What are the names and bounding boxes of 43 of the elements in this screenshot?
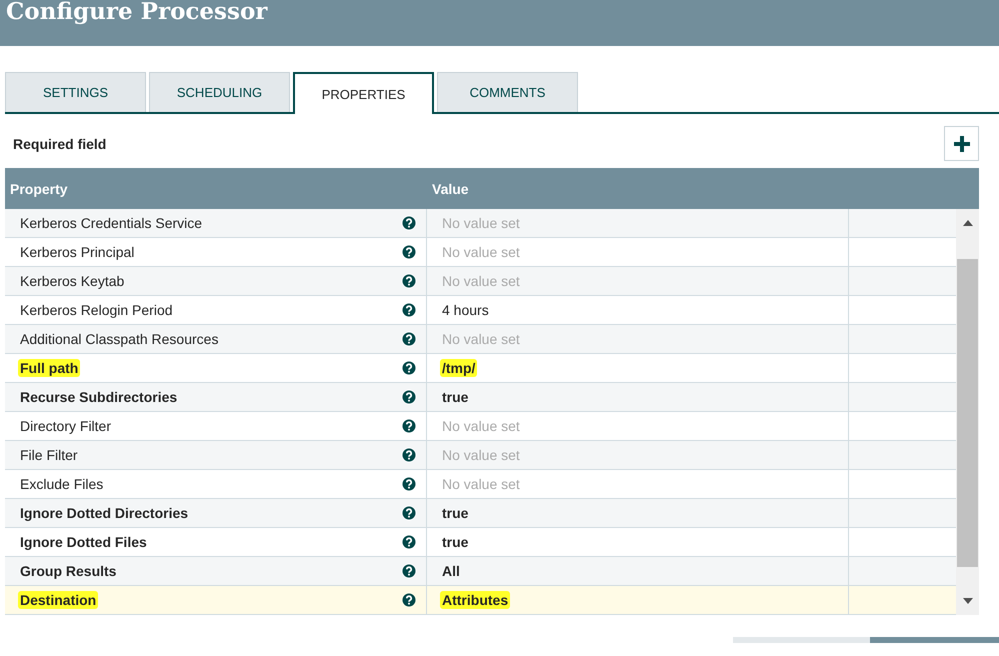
column-header: Value: [431, 180, 470, 196]
window-title: Configure Processor: [5, 0, 269, 24]
property-name: File Filter: [19, 446, 79, 464]
property-row[interactable]: Group Results All: [5, 557, 956, 586]
property-row[interactable]: Kerberos Credentials Service No value set: [5, 209, 956, 238]
property-row[interactable]: File Filter No value set: [5, 441, 956, 470]
property-name: Kerberos Credentials Service: [19, 214, 204, 232]
property-row[interactable]: Full path /tmp/: [5, 354, 956, 383]
property-name: Group Results: [19, 562, 118, 580]
property-value[interactable]: /tmp/: [440, 359, 478, 377]
property-name: Recurse Subdirectories: [19, 388, 178, 406]
property-value[interactable]: true: [440, 388, 470, 406]
property-value[interactable]: true: [440, 533, 470, 551]
property-row[interactable]: Kerberos Principal No value set: [5, 238, 956, 267]
property-row[interactable]: Additional Classpath Resources No value set: [5, 325, 956, 354]
tab[interactable]: PROPERTIES: [293, 72, 434, 114]
property-row[interactable]: Ignore Dotted Directories true: [5, 499, 956, 528]
property-name: Exclude Files: [19, 475, 104, 493]
property-value[interactable]: true: [440, 504, 470, 522]
property-name: Ignore Dotted Directories: [19, 504, 190, 522]
property-name: Destination: [18, 591, 98, 609]
tab[interactable]: COMMENTS: [437, 72, 578, 112]
property-name: Kerberos Relogin Period: [19, 301, 174, 319]
property-value[interactable]: All: [440, 562, 462, 580]
column-header: Property: [9, 180, 69, 196]
property-row[interactable]: Exclude Files No value set: [5, 470, 956, 499]
property-value[interactable]: 4 hours: [440, 301, 491, 319]
property-name: Additional Classpath Resources: [19, 330, 220, 348]
property-name: Full path: [18, 359, 80, 377]
property-row[interactable]: Ignore Dotted Files true: [5, 528, 956, 557]
required-field-label: Required field: [13, 136, 106, 152]
property-row[interactable]: Destination Attributes: [5, 586, 956, 615]
property-row[interactable]: Directory Filter No value set: [5, 412, 956, 441]
tab[interactable]: SCHEDULING: [149, 72, 290, 112]
property-row[interactable]: Kerberos Relogin Period 4 hours: [5, 296, 956, 325]
property-name: Ignore Dotted Files: [19, 533, 148, 551]
property-name: Kerberos Principal: [19, 243, 136, 261]
property-name: Kerberos Keytab: [19, 272, 126, 290]
tab[interactable]: SETTINGS: [5, 72, 146, 112]
property-value[interactable]: Attributes: [440, 591, 510, 609]
property-row[interactable]: Kerberos Keytab No value set: [5, 267, 956, 296]
property-name: Directory Filter: [19, 417, 112, 435]
property-row[interactable]: Recurse Subdirectories true: [5, 383, 956, 412]
